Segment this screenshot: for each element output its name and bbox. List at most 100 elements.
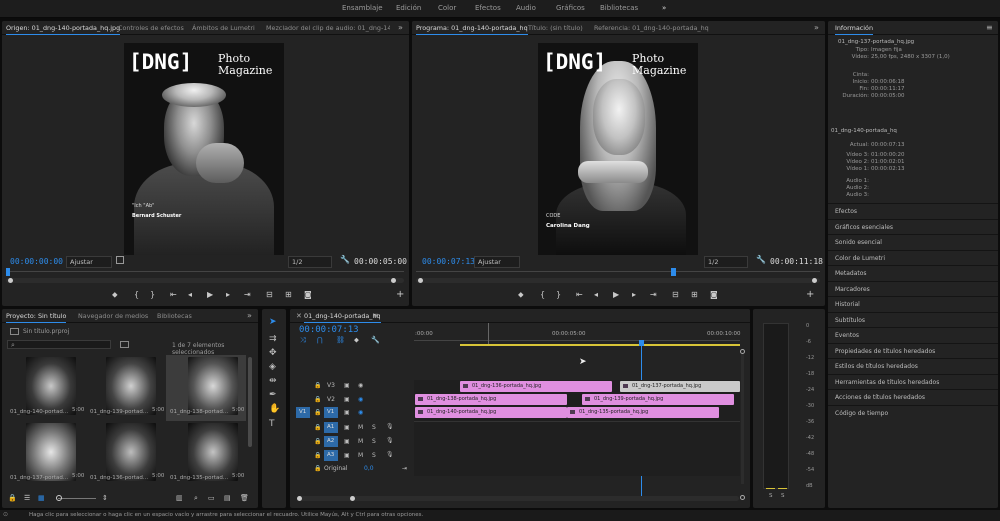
program-time-ruler[interactable] bbox=[416, 271, 820, 272]
lock-icon[interactable]: 🔒 bbox=[314, 452, 321, 459]
workspace-ensamblaje[interactable]: Ensamblaje bbox=[342, 4, 383, 12]
section-estilos-titulos[interactable]: Estilos de títulos heredados bbox=[828, 358, 998, 374]
section-historial[interactable]: Historial bbox=[828, 296, 998, 312]
timeline-scroll-handle-bottom[interactable] bbox=[740, 495, 745, 500]
lock-icon[interactable]: 🔒 bbox=[314, 465, 321, 472]
info-menu-icon[interactable]: ≡ bbox=[986, 23, 993, 32]
section-herramientas-titulos[interactable]: Herramientas de títulos heredados bbox=[828, 373, 998, 390]
source-fit-select[interactable]: Ajustar bbox=[66, 256, 112, 268]
lock-icon[interactable]: 🔒 bbox=[8, 494, 17, 502]
sync-icon[interactable]: ▣ bbox=[344, 424, 350, 431]
timeline-ruler[interactable] bbox=[414, 340, 740, 341]
microphone-icon[interactable]: 🎙 bbox=[386, 423, 394, 430]
tab-program[interactable]: Programa: 01_dng-140-portada_hq bbox=[416, 24, 528, 35]
section-color-lumetri[interactable]: Color de Lumetri bbox=[828, 249, 998, 266]
marker-icon[interactable]: ⬥ bbox=[112, 290, 118, 300]
timeline-timecode[interactable]: 00:00:07:13 bbox=[299, 325, 359, 335]
track-name[interactable]: V1 bbox=[324, 407, 338, 418]
tab-sequence[interactable]: 01_dng-140-portada_hq bbox=[304, 312, 381, 323]
clip-v2b[interactable]: 01_dng-139-portada_hq.jpg bbox=[582, 394, 734, 405]
program-marker-icon[interactable]: ⬥ bbox=[518, 290, 524, 300]
sync-icon[interactable]: ▣ bbox=[344, 409, 350, 416]
tab-reference[interactable]: Referencia: 01_dng-140-portada_hq bbox=[594, 24, 709, 32]
track-name[interactable]: A2 bbox=[324, 436, 338, 447]
automate-icon[interactable]: ▥ bbox=[176, 494, 183, 502]
section-eventos[interactable]: Eventos bbox=[828, 327, 998, 343]
section-metadatos[interactable]: Metadatos bbox=[828, 265, 998, 281]
work-area-bar[interactable] bbox=[460, 344, 740, 346]
add-button-icon[interactable]: + bbox=[396, 289, 404, 300]
tab-lumetri-scopes[interactable]: Ámbitos de Lumetri bbox=[192, 24, 255, 32]
sync-icon[interactable]: ▣ bbox=[344, 438, 350, 445]
program-fit-select[interactable]: Ajustar bbox=[474, 256, 520, 268]
trash-icon[interactable]: 🗑 bbox=[240, 494, 249, 502]
workspace-audio[interactable]: Audio bbox=[516, 4, 536, 12]
program-mark-out-icon[interactable]: } bbox=[556, 290, 561, 299]
program-play-icon[interactable]: ▶ bbox=[613, 290, 619, 299]
linked-selection-icon[interactable]: ⛓ bbox=[336, 336, 345, 344]
workspaces-more-button[interactable]: » bbox=[662, 4, 666, 12]
timeline-horizontal-scrollbar[interactable] bbox=[297, 496, 739, 501]
lock-icon[interactable]: 🔒 bbox=[314, 438, 321, 445]
mute-icon[interactable]: M bbox=[358, 424, 363, 431]
source-resolution-select[interactable]: 1/2 bbox=[288, 256, 332, 268]
timeline-settings-icon[interactable]: 🔧 bbox=[371, 336, 380, 344]
program-more-tabs-button[interactable]: » bbox=[814, 23, 819, 32]
source-zoom-handle-left[interactable] bbox=[8, 278, 13, 283]
list-item[interactable]: 01_dng-135-portad... 5:00 bbox=[166, 421, 246, 485]
program-go-to-out-icon[interactable]: ⇥ bbox=[650, 290, 657, 299]
mute-icon[interactable]: M bbox=[358, 452, 363, 459]
solo-right-button[interactable]: S bbox=[781, 493, 785, 499]
program-add-button-icon[interactable]: + bbox=[806, 289, 814, 300]
workspace-edicion[interactable]: Edición bbox=[396, 4, 421, 12]
project-more-tabs-button[interactable]: » bbox=[247, 311, 252, 320]
extract-icon[interactable]: ⊞ bbox=[691, 290, 698, 299]
section-sonido-esencial[interactable]: Sonido esencial bbox=[828, 234, 998, 250]
clip-v3a[interactable]: 01_dng-136-portada_hq.jpg bbox=[460, 381, 612, 392]
find-icon[interactable]: ⌕ bbox=[194, 494, 198, 503]
camera-icon[interactable]: ◙ bbox=[304, 290, 312, 299]
lift-icon[interactable]: ⊟ bbox=[672, 290, 679, 299]
sync-icon[interactable]: ▣ bbox=[344, 396, 350, 403]
program-step-forward-icon[interactable]: ▸ bbox=[632, 290, 636, 299]
tab-info[interactable]: Información bbox=[835, 24, 874, 35]
section-acciones-titulos[interactable]: Acciones de títulos heredados bbox=[828, 389, 998, 405]
clip-v3b[interactable]: 01_dng-137-portada_hq.jpg bbox=[620, 381, 740, 392]
source-viewer[interactable]: [DNG] Photo Magazine "Ich "Ab" Bernard S… bbox=[2, 36, 409, 269]
program-step-back-icon[interactable]: ◂ bbox=[594, 290, 598, 299]
source-timecode-in[interactable]: 00:00:00:00 bbox=[10, 257, 63, 266]
more-tabs-button[interactable]: » bbox=[398, 23, 403, 32]
clip-v1a[interactable]: 01_dng-140-portada_hq.jpg bbox=[415, 407, 567, 418]
step-back-icon[interactable]: ◂ bbox=[188, 290, 192, 299]
new-bin-icon[interactable]: ▭ bbox=[208, 494, 215, 502]
timeline-vertical-scrollbar[interactable] bbox=[741, 354, 744, 484]
thumbnail-size-slider[interactable] bbox=[58, 498, 96, 499]
clip-v2a[interactable]: 01_dng-138-portada_hq.jpg bbox=[415, 394, 567, 405]
source-playhead[interactable] bbox=[6, 268, 10, 276]
program-playhead[interactable] bbox=[671, 268, 676, 276]
program-wrench-icon[interactable]: 🔧 bbox=[756, 255, 766, 264]
tab-libraries[interactable]: Bibliotecas bbox=[157, 312, 192, 320]
tab-title[interactable]: Título: (sin título) bbox=[528, 24, 583, 32]
hand-tool-icon[interactable]: ✋ bbox=[269, 404, 280, 414]
workspace-efectos[interactable]: Efectos bbox=[475, 4, 501, 12]
sync-icon[interactable]: ▣ bbox=[344, 382, 350, 389]
ripple-edit-tool-icon[interactable]: ✥ bbox=[269, 348, 277, 358]
list-item[interactable]: 01_dng-139-portad... 5:00 bbox=[86, 355, 166, 421]
clip-v1b[interactable]: 01_dng-135-portada_hq.jpg bbox=[567, 407, 719, 418]
mark-in-icon[interactable]: { bbox=[134, 290, 139, 299]
project-scrollbar[interactable] bbox=[248, 357, 252, 447]
go-to-out-icon[interactable]: ⇥ bbox=[244, 290, 251, 299]
tab-effect-controls[interactable]: Controles de efectos bbox=[118, 24, 184, 32]
list-item[interactable]: 01_dng-137-portad... 5:00 bbox=[6, 421, 86, 485]
source-marker-icon[interactable] bbox=[116, 256, 124, 264]
selection-tool-icon[interactable]: ➤ bbox=[269, 317, 277, 327]
source-zoom-bar[interactable] bbox=[6, 278, 404, 283]
thumbnail-size-handle[interactable] bbox=[56, 495, 62, 501]
lock-icon[interactable]: 🔒 bbox=[314, 396, 321, 403]
track-name[interactable]: A3 bbox=[324, 450, 338, 461]
program-go-to-in-icon[interactable]: ⇤ bbox=[576, 290, 583, 299]
mark-out-icon[interactable]: } bbox=[150, 290, 155, 299]
source-zoom-handle-right[interactable] bbox=[391, 278, 396, 283]
track-name[interactable]: A1 bbox=[324, 422, 338, 433]
